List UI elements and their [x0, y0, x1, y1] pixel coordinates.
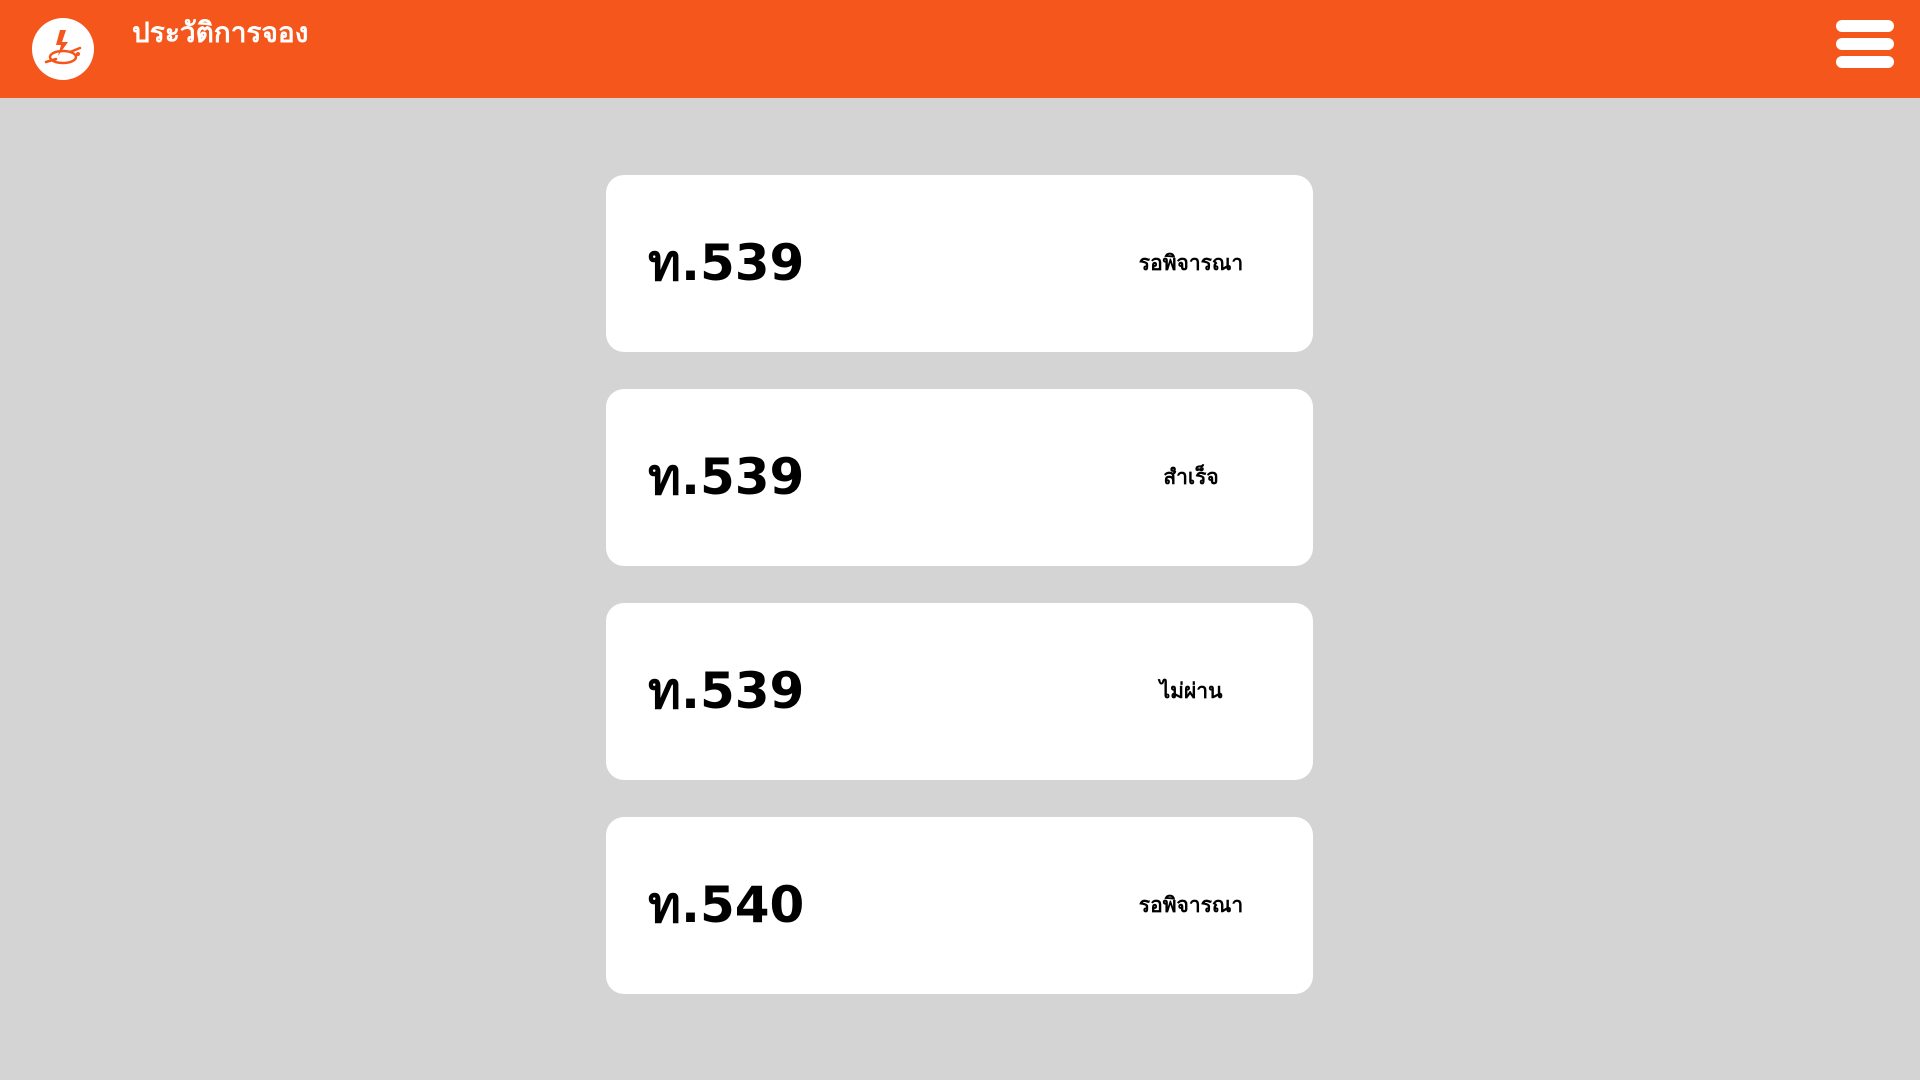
booking-code: ท.539 — [648, 662, 805, 720]
booking-status: ไม่ผ่าน — [1159, 679, 1223, 703]
booking-code: ท.539 — [648, 234, 805, 292]
booking-status: สำเร็จ — [1163, 465, 1219, 489]
menu-bar — [1836, 38, 1894, 50]
app-header: ประวัติการจอง — [0, 0, 1920, 98]
booking-history-list: ท.539 รอพิจารณา ท.539 สำเร็จ ท.539 ไม่ผ่… — [606, 175, 1313, 1031]
app-logo[interactable] — [32, 18, 94, 80]
booking-card[interactable]: ท.539 ไม่ผ่าน — [606, 603, 1313, 780]
lightning-plug-logo-icon — [44, 30, 82, 65]
booking-status: รอพิจารณา — [1138, 251, 1244, 275]
menu-bar — [1836, 20, 1894, 32]
page-title: ประวัติการจอง — [132, 16, 309, 49]
booking-card[interactable]: ท.539 รอพิจารณา — [606, 175, 1313, 352]
booking-status: รอพิจารณา — [1138, 893, 1244, 917]
booking-code: ท.539 — [648, 448, 805, 506]
booking-card[interactable]: ท.539 สำเร็จ — [606, 389, 1313, 566]
booking-code: ท.540 — [648, 876, 805, 934]
hamburger-menu-icon[interactable] — [1836, 20, 1894, 68]
booking-card[interactable]: ท.540 รอพิจารณา — [606, 817, 1313, 994]
menu-bar — [1836, 56, 1894, 68]
